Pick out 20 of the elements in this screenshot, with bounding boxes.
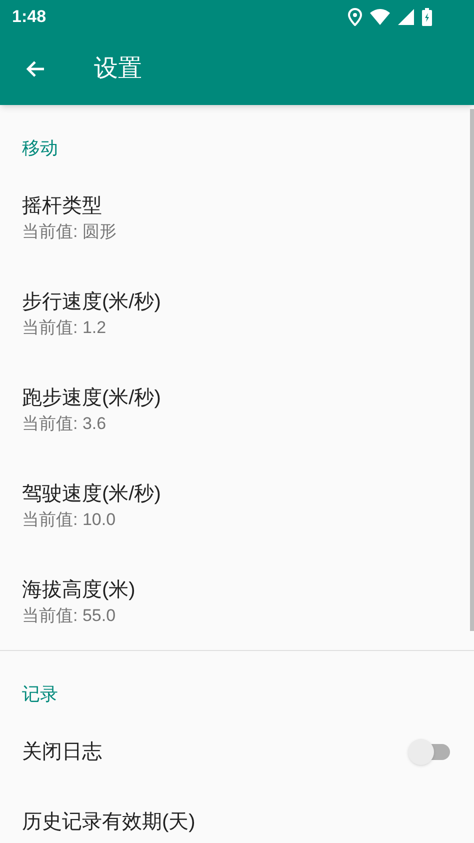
setting-title[interactable]: 步行速度(米/秒) — [22, 288, 452, 316]
status-time: 1:48 — [12, 6, 46, 28]
section-header: 记录 — [22, 683, 58, 706]
wifi-icon — [370, 8, 390, 24]
battery-icon — [422, 8, 432, 26]
setting-value: 当前值: 10.0 — [22, 509, 117, 531]
setting-title[interactable]: 关闭日志 — [22, 738, 102, 766]
setting-title[interactable]: 历史记录有效期(天) — [22, 808, 452, 836]
setting-value: 当前值: 55.0 — [22, 605, 117, 627]
setting-value: 当前值: 圆形 — [22, 221, 118, 243]
setting-title[interactable]: 海拔高度(米) — [22, 576, 452, 604]
signal-icon — [398, 8, 414, 24]
setting-value: 当前值: 1.2 — [22, 317, 108, 339]
setting-value: 当前值: 3.6 — [22, 413, 108, 435]
setting-title[interactable]: 摇杆类型 — [22, 192, 452, 220]
setting-title[interactable]: 跑步速度(米/秒) — [22, 384, 452, 412]
section-header: 移动 — [22, 137, 58, 160]
setting-title[interactable]: 驾驶速度(米/秒) — [22, 480, 452, 508]
location-icon — [348, 8, 362, 26]
toolbar-title: 设置 — [94, 54, 142, 84]
